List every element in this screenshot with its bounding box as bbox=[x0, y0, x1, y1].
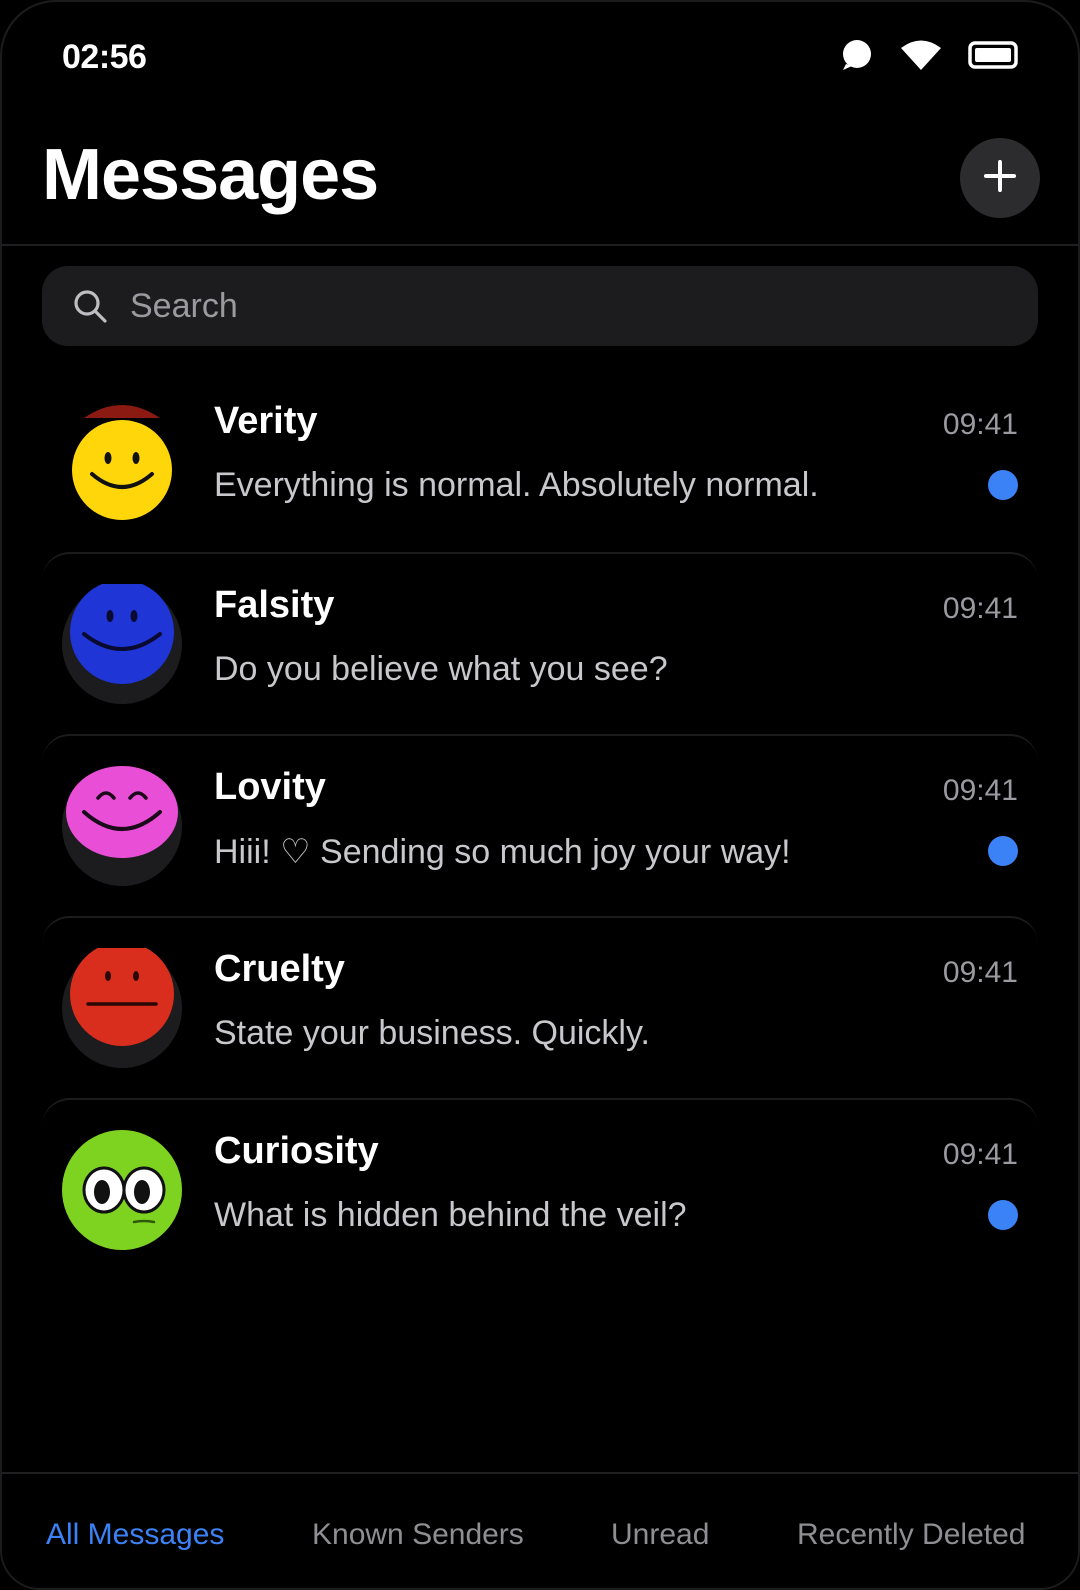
unread-indicator bbox=[988, 470, 1018, 500]
plus-icon bbox=[983, 159, 1017, 198]
message-preview: What is hidden behind the veil? bbox=[214, 1196, 687, 1234]
status-icons bbox=[840, 38, 1020, 72]
tab-known-senders[interactable]: Known Senders bbox=[312, 1518, 524, 1552]
unread-indicator bbox=[988, 1200, 1018, 1230]
contact-name: Lovity bbox=[214, 766, 326, 808]
message-time: 09:41 bbox=[942, 956, 1018, 989]
message-time: 09:41 bbox=[942, 774, 1018, 807]
battery-icon bbox=[968, 40, 1020, 70]
message-preview: Hiii! ♡ Sending so much joy your way! bbox=[214, 833, 791, 871]
contact-name: Falsity bbox=[214, 584, 335, 626]
unread-indicator bbox=[988, 836, 1018, 866]
message-time: 09:41 bbox=[942, 592, 1018, 625]
message-time: 09:41 bbox=[942, 408, 1018, 441]
green-curious-face-icon bbox=[62, 1130, 182, 1250]
blue-smiley-icon bbox=[62, 584, 182, 704]
yellow-smiley-icon bbox=[62, 400, 182, 520]
compose-button[interactable] bbox=[960, 138, 1040, 218]
tab-recently-deleted[interactable]: Recently Deleted bbox=[797, 1518, 1025, 1552]
search-input[interactable] bbox=[128, 285, 1038, 327]
message-preview: Do you believe what you see? bbox=[214, 650, 668, 688]
tab-bar: All Messages Known Senders Unread Recent… bbox=[2, 1472, 1078, 1588]
conversation-lovity[interactable]: Lovity 09:41 Hiii! ♡ Sending so much joy… bbox=[42, 734, 1038, 916]
contact-name: Verity bbox=[214, 400, 318, 442]
phone-screen: 02:56 Messages Search Verity 09:41 Every… bbox=[0, 0, 1080, 1590]
contact-name: Curiosity bbox=[214, 1130, 379, 1172]
red-neutral-face-icon bbox=[62, 948, 182, 1068]
page-title: Messages bbox=[42, 135, 379, 215]
conversation-verity[interactable]: Verity 09:41 Everything is normal. Absol… bbox=[42, 370, 1038, 552]
message-time: 09:41 bbox=[942, 1138, 1018, 1171]
wifi-icon bbox=[900, 39, 942, 71]
search-icon bbox=[72, 287, 110, 325]
header: Messages bbox=[2, 112, 1078, 246]
conversation-falsity[interactable]: Falsity 09:41 Do you believe what you se… bbox=[42, 552, 1038, 734]
status-bar: 02:56 bbox=[2, 2, 1078, 112]
pink-smiley-icon bbox=[62, 766, 182, 886]
message-preview: Everything is normal. Absolutely normal. bbox=[214, 466, 819, 504]
conversation-cruelty[interactable]: Cruelty 09:41 State your business. Quick… bbox=[42, 916, 1038, 1098]
tab-unread[interactable]: Unread bbox=[611, 1518, 709, 1552]
conversation-curiosity[interactable]: Curiosity 09:41 What is hidden behind th… bbox=[42, 1098, 1038, 1280]
message-preview: State your business. Quickly. bbox=[214, 1014, 650, 1052]
status-time: 02:56 bbox=[62, 38, 147, 76]
contact-name: Cruelty bbox=[214, 948, 345, 990]
search-bar[interactable] bbox=[42, 266, 1038, 346]
notification-icon bbox=[840, 38, 874, 72]
conversation-list: Verity 09:41 Everything is normal. Absol… bbox=[42, 370, 1038, 1280]
tab-all-messages[interactable]: All Messages bbox=[46, 1518, 224, 1552]
